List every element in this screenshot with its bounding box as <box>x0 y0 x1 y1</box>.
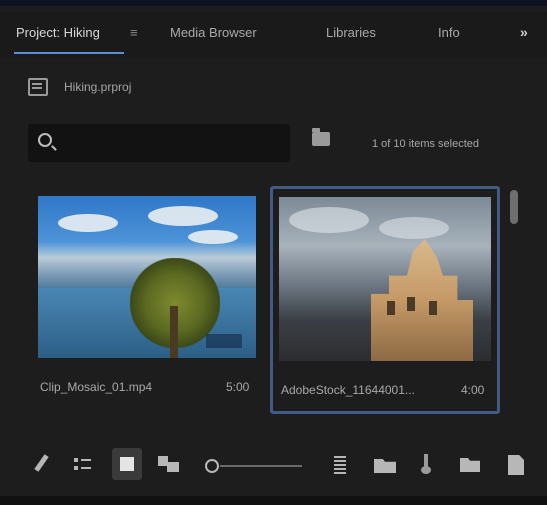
tab-libraries[interactable]: Libraries <box>326 25 376 40</box>
bin-icon[interactable] <box>312 128 330 146</box>
more-panels-icon[interactable]: » <box>520 24 528 40</box>
sort-icon[interactable] <box>334 454 346 476</box>
clip-thumbnail[interactable]: Clip_Mosaic_01.mp4 5:00 <box>38 196 256 404</box>
search-icon <box>38 133 52 147</box>
clip-preview-image <box>38 196 256 358</box>
project-file-row: Hiking.prproj <box>28 72 131 102</box>
project-panel: Project: Hiking ≡ Media Browser Librarie… <box>0 0 547 505</box>
icon-view-icon[interactable] <box>112 448 142 480</box>
list-view-icon[interactable] <box>74 454 92 474</box>
new-bin-icon[interactable] <box>460 454 480 474</box>
search-field[interactable] <box>28 124 290 162</box>
active-tab-indicator <box>14 52 124 54</box>
bottom-toolbar <box>0 442 547 492</box>
zoom-slider-handle[interactable] <box>205 459 219 473</box>
automate-to-sequence-icon[interactable] <box>374 454 396 474</box>
zoom-slider-track[interactable] <box>220 465 302 467</box>
items-selected-status: 1 of 10 items selected <box>372 138 480 150</box>
clip-duration: 5:00 <box>226 380 250 394</box>
search-input[interactable] <box>68 124 284 162</box>
clip-duration: 4:00 <box>461 383 485 397</box>
tab-menu-icon[interactable]: ≡ <box>130 25 138 40</box>
panel-tab-bar: Project: Hiking ≡ Media Browser Librarie… <box>0 12 547 58</box>
tab-media-browser[interactable]: Media Browser <box>170 25 257 40</box>
panel-bottom-edge <box>0 496 547 505</box>
clip-thumbnail-selected[interactable]: AdobeStock_11644001... 4:00 <box>270 186 500 414</box>
clip-preview-image <box>279 197 491 361</box>
new-item-icon[interactable] <box>508 454 524 476</box>
clip-name: AdobeStock_11644001... <box>281 383 415 397</box>
tab-project-hiking[interactable]: Project: Hiking <box>16 25 100 40</box>
clip-name: Clip_Mosaic_01.mp4 <box>40 380 153 394</box>
project-file-name: Hiking.prproj <box>64 80 132 94</box>
pencil-icon[interactable] <box>34 454 48 474</box>
scrollbar-thumb[interactable] <box>510 190 518 224</box>
find-icon[interactable] <box>420 454 434 476</box>
project-file-icon <box>28 78 48 96</box>
tab-info[interactable]: Info <box>438 25 460 40</box>
freeform-view-icon[interactable] <box>158 454 180 474</box>
